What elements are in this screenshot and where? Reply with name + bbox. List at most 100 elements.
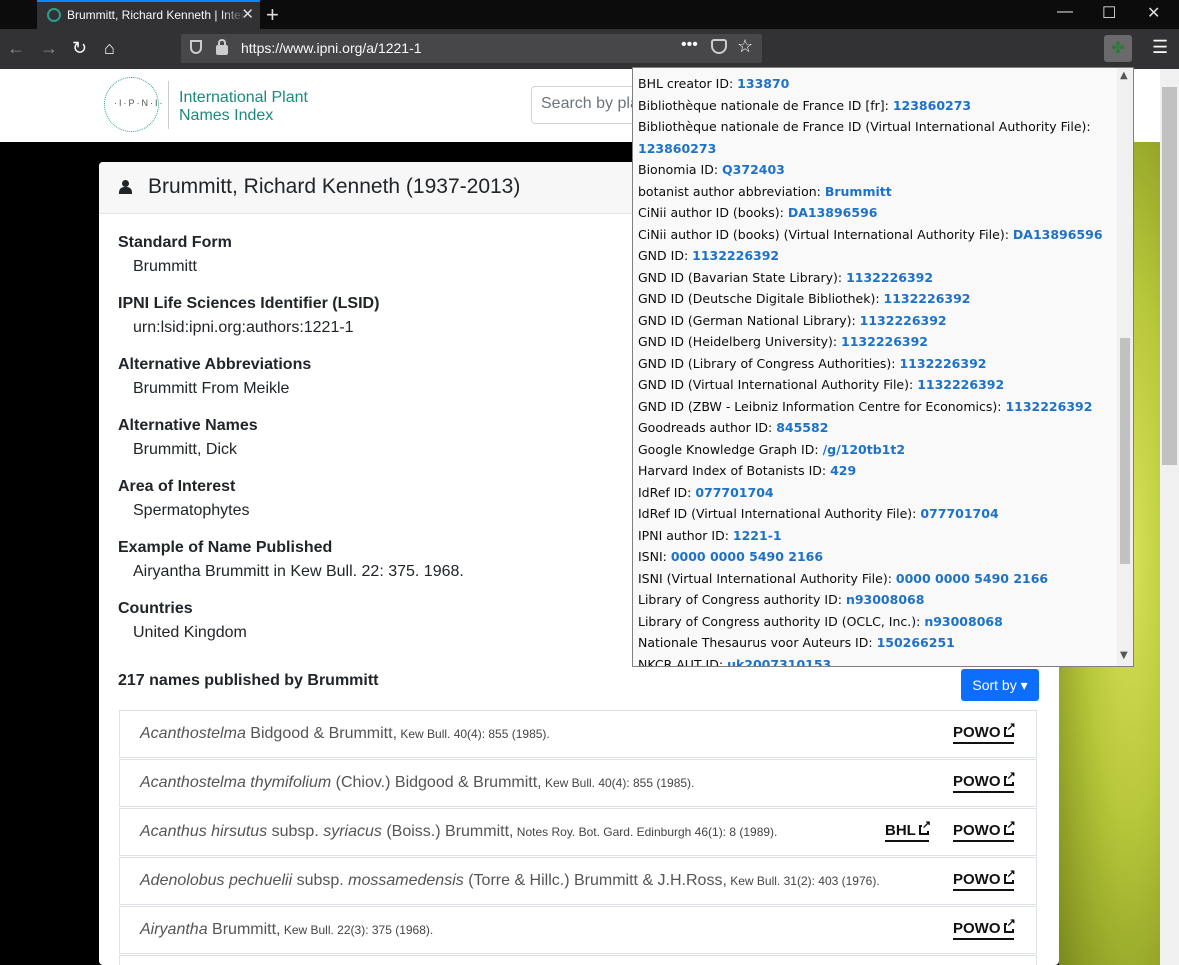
- page-actions-icon[interactable]: •••: [681, 36, 698, 54]
- new-tab-icon[interactable]: +: [266, 2, 279, 28]
- powo-label: POWO: [953, 724, 1001, 741]
- identifier-label: Bibliothèque nationale de France ID (Vir…: [638, 119, 1091, 134]
- identifier-label: GND ID (Virtual International Authority …: [638, 377, 918, 392]
- identifier-link[interactable]: n93008068: [846, 592, 924, 607]
- identifier-row: GND ID: 1132226392: [638, 245, 1118, 267]
- name-text[interactable]: Acanthus hirsutus subsp. syriacus (Boiss…: [140, 823, 777, 841]
- identifier-label: BHL creator ID:: [638, 76, 738, 91]
- identifier-row: Bibliothèque nationale de France ID (Vir…: [638, 116, 1118, 159]
- close-tab-icon[interactable]: ✕: [241, 7, 254, 22]
- identifier-link[interactable]: 123860273: [638, 141, 716, 156]
- identifier-link[interactable]: 1132226392: [846, 270, 933, 285]
- identifier-link[interactable]: n93008068: [924, 614, 1002, 629]
- identifier-link[interactable]: 429: [830, 463, 856, 478]
- close-window-icon[interactable]: ✕: [1147, 3, 1160, 23]
- identifier-label: GND ID (Heidelberg University):: [638, 334, 842, 349]
- page-scrollbar-thumb[interactable]: [1162, 87, 1177, 465]
- identifier-list: BHL creator ID: 133870 Bibliothèque nati…: [638, 73, 1118, 667]
- sort-button[interactable]: Sort by ▾: [961, 669, 1039, 701]
- external-link-icon: [918, 820, 932, 835]
- navigation-toolbar: ← → ↻ ⌂ https://www.ipni.org/a/1221-1 ••…: [0, 29, 1179, 69]
- identifier-row: GND ID (German National Library): 113222…: [638, 310, 1118, 332]
- identifier-link[interactable]: Brummitt: [825, 184, 892, 199]
- minimize-icon[interactable]: —: [1057, 3, 1073, 21]
- site-name-line2: Names Index: [179, 107, 274, 124]
- external-link-icon: [1003, 869, 1016, 884]
- identifier-link[interactable]: 0000 0000 5490 2166: [896, 571, 1048, 586]
- powo-link[interactable]: POWO: [953, 771, 1016, 793]
- identifier-link[interactable]: 845582: [776, 420, 828, 435]
- name-text[interactable]: Acanthostelma thymifolium (Chiov.) Bidgo…: [140, 774, 694, 792]
- identifier-link[interactable]: 1132226392: [899, 356, 986, 371]
- identifier-row: Harvard Index of Botanists ID: 429: [638, 460, 1118, 482]
- field-label: Standard Form: [118, 234, 232, 251]
- name-authors: Bidgood & Brummitt,: [245, 725, 398, 742]
- field-value: Brummitt: [133, 258, 197, 275]
- reload-icon[interactable]: ↻: [72, 37, 87, 59]
- powo-link[interactable]: POWO: [953, 820, 1016, 842]
- identifier-link[interactable]: 1132226392: [884, 291, 971, 306]
- identifier-label: GND ID (Bavarian State Library):: [638, 269, 847, 285]
- identifier-link[interactable]: 1132226392: [692, 248, 779, 263]
- popup-scrollbar-thumb[interactable]: [1120, 338, 1130, 564]
- external-link-icon: [1003, 918, 1016, 933]
- name-authors: (Boiss.) Brummitt,: [381, 823, 514, 840]
- field-label: Area of Interest: [118, 478, 236, 495]
- url-bar[interactable]: https://www.ipni.org/a/1221-1 ••• ☆: [181, 34, 762, 63]
- name-text[interactable]: Adenolobus pechuelii subsp. mossamedensi…: [140, 872, 880, 890]
- identifier-link[interactable]: 077701704: [920, 506, 998, 521]
- name-text[interactable]: Airyantha Brummitt, Kew Bull. 22(3): 375…: [140, 921, 433, 939]
- wikidata-extension-icon[interactable]: ✤: [1104, 35, 1132, 62]
- identifier-link[interactable]: DA13896596: [1013, 227, 1103, 242]
- forward-icon[interactable]: →: [40, 37, 58, 59]
- lock-icon[interactable]: [216, 39, 228, 55]
- publication: Notes Roy. Bot. Gard. Edinburgh 46(1): 8…: [513, 825, 778, 839]
- page-scrollbar[interactable]: [1160, 69, 1179, 965]
- maximize-icon[interactable]: ☐: [1102, 3, 1116, 23]
- name-row: Adenolobus pechuelii subsp. mossamedensi…: [119, 857, 1037, 905]
- url-text[interactable]: https://www.ipni.org/a/1221-1: [241, 40, 422, 56]
- popup-scrollbar[interactable]: ▲ ▼: [1117, 68, 1133, 666]
- powo-label: POWO: [953, 871, 1001, 888]
- identifier-label: Goodreads author ID:: [638, 420, 777, 435]
- identifier-link[interactable]: 1221-1: [733, 528, 782, 543]
- identifier-link[interactable]: 123860273: [893, 98, 971, 113]
- browser-tab[interactable]: Brummitt, Richard Kenneth | Internationa…: [37, 0, 260, 29]
- identifier-link[interactable]: /g/120tb1t2: [823, 442, 905, 457]
- identifier-label: ISNI (Virtual International Authority Fi…: [638, 570, 896, 586]
- bookmark-star-icon[interactable]: ☆: [737, 36, 753, 57]
- identifier-link[interactable]: DA13896596: [788, 205, 878, 220]
- powo-link[interactable]: POWO: [953, 722, 1016, 744]
- identifier-link[interactable]: 1132226392: [1005, 399, 1092, 414]
- identifier-label: ISNI:: [638, 549, 671, 564]
- bhl-link[interactable]: BHL: [885, 820, 932, 842]
- external-link-icon: [1003, 722, 1016, 737]
- identifier-link[interactable]: 133870: [737, 76, 789, 91]
- identifier-row: Nationale Thesaurus voor Auteurs ID: 150…: [638, 632, 1118, 654]
- scroll-down-icon[interactable]: ▼: [1120, 650, 1128, 661]
- site-name[interactable]: International Plant Names Index: [179, 89, 308, 125]
- powo-link[interactable]: POWO: [953, 869, 1016, 891]
- menu-icon[interactable]: ☰: [1152, 37, 1168, 58]
- identifier-link[interactable]: uk2007310153: [727, 657, 831, 667]
- back-icon[interactable]: ←: [7, 37, 25, 59]
- tracking-shield-icon[interactable]: [190, 40, 202, 54]
- identifier-link[interactable]: 1132226392: [841, 334, 928, 349]
- identifier-link[interactable]: 1132226392: [860, 313, 947, 328]
- identifier-link[interactable]: 077701704: [695, 485, 773, 500]
- identifier-row: GND ID (Library of Congress Authorities)…: [638, 353, 1118, 375]
- identifier-label: IdRef ID (Virtual International Authorit…: [638, 506, 921, 521]
- identifier-label: GND ID (ZBW - Leibniz Information Centre…: [638, 398, 1006, 414]
- ipni-logo[interactable]: ·I·P·N·I·: [104, 77, 163, 132]
- home-icon[interactable]: ⌂: [104, 37, 115, 59]
- pocket-icon[interactable]: [711, 39, 727, 54]
- powo-link[interactable]: POWO: [953, 918, 1016, 940]
- identifier-link[interactable]: Q372403: [722, 162, 785, 177]
- identifier-link[interactable]: 0000 0000 5490 2166: [671, 549, 823, 564]
- identifier-link[interactable]: 150266251: [877, 635, 955, 650]
- name-text[interactable]: Acanthostelma Bidgood & Brummitt, Kew Bu…: [140, 725, 550, 743]
- scroll-up-icon[interactable]: ▲: [1120, 70, 1128, 81]
- identifier-link[interactable]: 1132226392: [917, 377, 1004, 392]
- name-authors: Brummitt,: [207, 921, 281, 938]
- field-value: Spermatophytes: [133, 502, 250, 519]
